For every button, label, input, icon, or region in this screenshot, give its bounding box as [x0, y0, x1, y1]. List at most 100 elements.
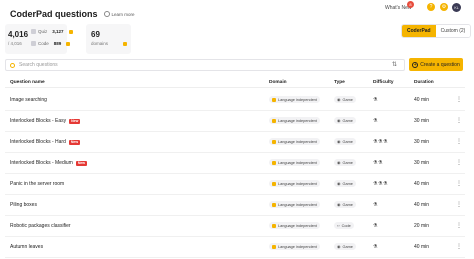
column-duration[interactable]: Duration	[414, 80, 434, 85]
tab-custom[interactable]: Custom (2)	[435, 25, 471, 37]
quiz-icon	[31, 29, 36, 34]
domain-label: Language independent	[278, 181, 317, 186]
question-name[interactable]: Robotic packages classifier	[10, 223, 71, 229]
table-row[interactable]: Image searching Language independent ◉ G…	[5, 90, 465, 111]
question-name[interactable]: Autumn leaves	[10, 244, 43, 250]
more-options-icon[interactable]: ⋮	[456, 180, 462, 187]
game-icon: ◉	[337, 97, 341, 102]
question-name[interactable]: Interlocked Blocks - Hard New	[10, 139, 81, 145]
type-pill: ◉ Game	[334, 201, 356, 208]
column-type[interactable]: Type	[334, 80, 345, 85]
code-label: Code	[38, 41, 49, 46]
table-row[interactable]: Robotic packages classifier Language ind…	[5, 216, 465, 237]
quiz-count: 3,127	[52, 29, 64, 34]
duration: 30 min	[414, 139, 430, 145]
page: CoderPad questions Learn more What's New…	[0, 0, 474, 259]
type-label: Game	[342, 118, 353, 123]
type-label: Game	[342, 202, 353, 207]
column-difficulty[interactable]: Difficulty	[373, 80, 394, 85]
table-row[interactable]: Panic in the server room Language indepe…	[5, 174, 465, 195]
avatar[interactable]: KL	[452, 3, 461, 12]
domain-icon	[272, 97, 276, 102]
create-question-button[interactable]: + Create a question	[409, 58, 463, 71]
tab-coderpad[interactable]: CoderPad	[402, 25, 436, 37]
domain-label: Language independent	[278, 118, 317, 123]
more-options-icon[interactable]: ⋮	[456, 159, 462, 166]
game-icon: ◉	[337, 181, 341, 186]
domain-label: Language independent	[278, 202, 317, 207]
duration: 20 min	[414, 223, 430, 229]
domain-icon	[272, 181, 276, 186]
more-options-icon[interactable]: ⋮	[456, 138, 462, 145]
difficulty-hard-icon: ⚗⚗⚗	[373, 181, 388, 187]
game-icon: ◉	[337, 202, 341, 207]
domain-label: Language independent	[278, 160, 317, 165]
type-cell: ◉ Game	[334, 201, 356, 208]
type-cell: ◉ Game	[334, 159, 356, 166]
question-name[interactable]: Interlocked Blocks - Medium New	[10, 160, 88, 166]
column-name[interactable]: Question name	[10, 80, 45, 85]
difficulty-easy-icon: ⚗	[373, 244, 378, 250]
gear-icon[interactable]: ⚙	[440, 3, 448, 11]
more-options-icon[interactable]: ⋮	[456, 201, 462, 208]
domain-icon	[272, 118, 276, 123]
question-name[interactable]: Piling boxes	[10, 202, 37, 208]
table-row[interactable]: Interlocked Blocks - Hard New Language i…	[5, 132, 465, 153]
domains-label: domains	[91, 41, 109, 46]
page-title: CoderPad questions	[10, 9, 98, 19]
question-name-label: Interlocked Blocks - Medium	[10, 160, 73, 166]
duration: 30 min	[414, 160, 430, 166]
question-source-tabs: CoderPad Custom (2)	[401, 24, 472, 38]
domains-count: 69	[91, 30, 100, 39]
domain-cell: Language independent	[269, 201, 320, 208]
type-cell: ◉ Game	[334, 180, 356, 187]
learn-more-link[interactable]: Learn more	[103, 11, 135, 17]
type-pill: ◉ Game	[334, 243, 356, 250]
domain-pill: Language independent	[269, 159, 320, 166]
more-options-icon[interactable]: ⋮	[456, 96, 462, 103]
type-label: Game	[342, 139, 353, 144]
game-icon: ◉	[337, 244, 341, 249]
domain-cell: Language independent	[269, 222, 320, 229]
filter-icon[interactable]: ⇅	[392, 61, 397, 68]
domain-icon	[272, 223, 276, 228]
type-label: Game	[342, 181, 353, 186]
code-count: 889	[53, 41, 62, 46]
question-name-label: Interlocked Blocks - Easy	[10, 118, 67, 124]
table-row[interactable]: Piling boxes Language independent ◉ Game…	[5, 195, 465, 216]
domains-stat-card: 69 domains	[86, 24, 131, 54]
domain-pill: Language independent	[269, 96, 320, 103]
learn-more-label: Learn more	[111, 11, 135, 17]
table-row[interactable]: Interlocked Blocks - Easy New Language i…	[5, 111, 465, 132]
column-domain[interactable]: Domain	[269, 80, 287, 85]
more-options-icon[interactable]: ⋮	[456, 117, 462, 124]
domain-cell: Language independent	[269, 180, 320, 187]
question-name[interactable]: Image searching	[10, 97, 47, 103]
type-pill: ◉ Game	[334, 180, 356, 187]
more-options-icon[interactable]: ⋮	[456, 222, 462, 229]
question-name-label: Panic in the server room	[10, 181, 65, 187]
game-icon: ◉	[337, 160, 341, 165]
question-name[interactable]: Interlocked Blocks - Easy New	[10, 118, 81, 124]
question-name-label: Interlocked Blocks - Hard	[10, 139, 66, 145]
game-icon: ◉	[337, 139, 341, 144]
search-input[interactable]: Search questions	[19, 62, 58, 68]
more-options-icon[interactable]: ⋮	[456, 243, 462, 250]
domain-pill: Language independent	[269, 138, 320, 145]
domain-icon	[272, 244, 276, 249]
question-name[interactable]: Panic in the server room	[10, 181, 64, 187]
domain-label: Language independent	[278, 139, 317, 144]
questions-stat-card: 4,016 / 4,016 Quiz 3,127 Code 889	[5, 24, 73, 54]
difficulty-easy-icon: ⚗	[373, 223, 378, 229]
type-cell: ◉ Game	[334, 117, 356, 124]
help-icon[interactable]: ?	[427, 3, 435, 11]
question-name-label: Robotic packages classifier	[10, 223, 71, 229]
search-bar[interactable]: Search questions	[5, 59, 405, 71]
total-questions-sub: / 4,016	[8, 41, 22, 46]
plus-icon: +	[412, 61, 419, 68]
game-icon: ◉	[337, 118, 341, 123]
table-row[interactable]: Autumn leaves Language independent ◉ Gam…	[5, 237, 465, 258]
question-name-label: Piling boxes	[10, 202, 37, 208]
table-row[interactable]: Interlocked Blocks - Medium New Language…	[5, 153, 465, 174]
domain-pill: Language independent	[269, 201, 320, 208]
